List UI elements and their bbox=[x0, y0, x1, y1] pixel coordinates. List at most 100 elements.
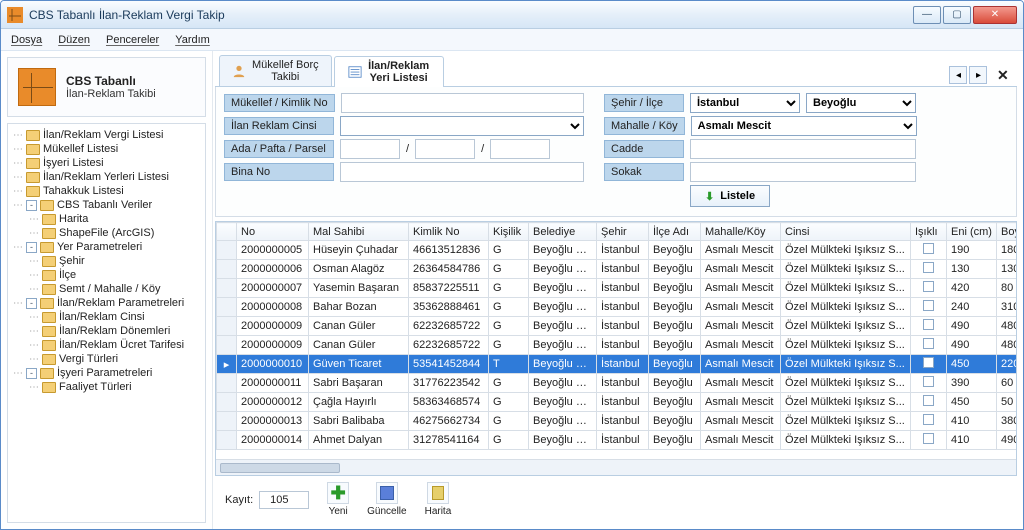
tree-item[interactable]: ⋯-Yer Parametreleri bbox=[10, 241, 203, 253]
table-row[interactable]: 2000000011Sabri Başaran31776223542GBeyoğ… bbox=[217, 374, 1017, 393]
checkbox-icon[interactable] bbox=[923, 357, 934, 368]
tree-item[interactable]: ⋯ShapeFile (ArcGIS) bbox=[10, 227, 203, 239]
update-button[interactable]: Güncelle bbox=[367, 482, 406, 517]
tree-item[interactable]: ⋯İşyeri Listesi bbox=[10, 157, 203, 169]
maximize-button[interactable]: ▢ bbox=[943, 6, 971, 24]
checkbox-icon[interactable] bbox=[923, 262, 934, 273]
menu-file[interactable]: Dosya bbox=[11, 34, 42, 46]
horizontal-scrollbar[interactable] bbox=[216, 459, 1016, 475]
table-row[interactable]: 2000000008Bahar Bozan35362888461GBeyoğlu… bbox=[217, 298, 1017, 317]
table-row[interactable]: 2000000007Yasemin Başaran85837225511GBey… bbox=[217, 279, 1017, 298]
sokak-input[interactable] bbox=[690, 162, 916, 182]
table-row[interactable]: 2000000009Canan Güler62232685722GBeyoğlu… bbox=[217, 336, 1017, 355]
tree-item[interactable]: ⋯Tahakkuk Listesi bbox=[10, 185, 203, 197]
column-header[interactable]: Kişilik bbox=[489, 223, 529, 241]
listele-button[interactable]: ⬇ Listele bbox=[690, 185, 770, 207]
save-icon bbox=[380, 486, 394, 500]
checkbox-icon[interactable] bbox=[923, 433, 934, 444]
ada-input[interactable] bbox=[340, 139, 400, 159]
mahalle-select[interactable]: Asmalı Mescit bbox=[691, 116, 917, 136]
folder-icon bbox=[42, 382, 56, 393]
tree-item[interactable]: ⋯-İlan/Reklam Parametreleri bbox=[10, 297, 203, 309]
column-header[interactable]: Şehir bbox=[597, 223, 649, 241]
cadde-input[interactable] bbox=[690, 139, 916, 159]
menu-edit[interactable]: Düzen bbox=[58, 34, 90, 46]
column-header[interactable]: Mal Sahibi bbox=[309, 223, 409, 241]
checkbox-icon[interactable] bbox=[923, 414, 934, 425]
table-row[interactable]: ▸2000000010Güven Ticaret53541452844TBeyo… bbox=[217, 355, 1017, 374]
minimize-button[interactable]: — bbox=[913, 6, 941, 24]
cell: İstanbul bbox=[597, 412, 649, 431]
tree-item-label: Şehir bbox=[59, 255, 85, 267]
cell: 85837225511 bbox=[409, 279, 489, 298]
ilce-select[interactable]: Beyoğlu bbox=[806, 93, 916, 113]
table-row[interactable]: 2000000005Hüseyin Çuhadar46613512836GBey… bbox=[217, 241, 1017, 260]
tab-mukellef-borc[interactable]: Mükellef Borç Takibi bbox=[219, 55, 332, 86]
collapse-icon[interactable]: - bbox=[26, 242, 37, 253]
column-header[interactable]: Cinsi bbox=[781, 223, 911, 241]
cell bbox=[217, 431, 237, 450]
table-row[interactable]: 2000000014Ahmet Dalyan31278541164GBeyoğl… bbox=[217, 431, 1017, 450]
table-row[interactable]: 2000000009Canan Güler62232685722GBeyoğlu… bbox=[217, 317, 1017, 336]
tab-ilan-reklam-yeri[interactable]: İlan/Reklam Yeri Listesi bbox=[334, 56, 444, 87]
nav-tree[interactable]: ⋯İlan/Reklam Vergi Listesi ⋯Mükellef List… bbox=[7, 123, 206, 523]
collapse-icon[interactable]: - bbox=[26, 200, 37, 211]
collapse-icon[interactable]: - bbox=[26, 368, 37, 379]
data-grid[interactable]: NoMal SahibiKimlik NoKişilikBelediyeŞehi… bbox=[215, 221, 1017, 476]
pafta-input[interactable] bbox=[415, 139, 475, 159]
tree-item[interactable]: ⋯İlan/Reklam Yerleri Listesi bbox=[10, 171, 203, 183]
column-header[interactable]: Mahalle/Köy bbox=[701, 223, 781, 241]
parsel-input[interactable] bbox=[490, 139, 550, 159]
column-header[interactable]: Eni (cm) bbox=[947, 223, 997, 241]
tree-item[interactable]: ⋯-İşyeri Parametreleri bbox=[10, 367, 203, 379]
checkbox-icon[interactable] bbox=[923, 376, 934, 387]
tree-item[interactable]: ⋯İlan/Reklam Dönemleri bbox=[10, 325, 203, 337]
column-header[interactable]: İlçe Adı bbox=[649, 223, 701, 241]
tree-item[interactable]: ⋯Mükellef Listesi bbox=[10, 143, 203, 155]
table-row[interactable]: 2000000006Osman Alagöz26364584786GBeyoğl… bbox=[217, 260, 1017, 279]
menu-windows[interactable]: Pencereler bbox=[106, 34, 159, 46]
column-header[interactable]: Belediye bbox=[529, 223, 597, 241]
column-header[interactable]: Kimlik No bbox=[409, 223, 489, 241]
tree-item[interactable]: ⋯Şehir bbox=[10, 255, 203, 267]
tree-item[interactable]: ⋯Harita bbox=[10, 213, 203, 225]
checkbox-icon[interactable] bbox=[923, 281, 934, 292]
checkbox-icon[interactable] bbox=[923, 319, 934, 330]
tree-item[interactable]: ⋯Faaliyet Türleri bbox=[10, 381, 203, 393]
tree-item[interactable]: ⋯İlan/Reklam Vergi Listesi bbox=[10, 129, 203, 141]
column-header[interactable]: Boyu (cm) bbox=[997, 223, 1017, 241]
new-button[interactable]: ✚ Yeni bbox=[327, 482, 349, 517]
tree-item[interactable]: ⋯Semt / Mahalle / Köy bbox=[10, 283, 203, 295]
tree-item[interactable]: ⋯İlçe bbox=[10, 269, 203, 281]
checkbox-icon[interactable] bbox=[923, 243, 934, 254]
tab-close-button[interactable]: ✕ bbox=[997, 67, 1013, 84]
column-header[interactable] bbox=[217, 223, 237, 241]
titlebar[interactable]: CBS Tabanlı İlan-Reklam Vergi Takip — ▢ … bbox=[1, 1, 1023, 29]
ilan-cinsi-select[interactable] bbox=[340, 116, 584, 136]
arrow-down-icon: ⬇ bbox=[705, 190, 714, 203]
collapse-icon[interactable]: - bbox=[26, 298, 37, 309]
menu-help[interactable]: Yardım bbox=[175, 34, 210, 46]
map-button[interactable]: Harita bbox=[425, 482, 452, 517]
folder-icon bbox=[40, 200, 54, 211]
cell: G bbox=[489, 260, 529, 279]
mukellef-input[interactable] bbox=[341, 93, 584, 113]
close-button[interactable]: ✕ bbox=[973, 6, 1017, 24]
sehir-select[interactable]: İstanbul bbox=[690, 93, 800, 113]
tree-item[interactable]: ⋯Vergi Türleri bbox=[10, 353, 203, 365]
table-row[interactable]: 2000000013Sabri Balibaba46275662734GBeyo… bbox=[217, 412, 1017, 431]
record-count-value: 105 bbox=[259, 491, 309, 509]
tab-next-button[interactable]: ▸ bbox=[969, 66, 987, 84]
tree-item[interactable]: ⋯İlan/Reklam Cinsi bbox=[10, 311, 203, 323]
table-row[interactable]: 2000000012Çağla Hayırlı58363468574GBeyoğ… bbox=[217, 393, 1017, 412]
column-header[interactable]: No bbox=[237, 223, 309, 241]
checkbox-icon[interactable] bbox=[923, 338, 934, 349]
tree-item[interactable]: ⋯-CBS Tabanlı Veriler bbox=[10, 199, 203, 211]
bina-input[interactable] bbox=[340, 162, 584, 182]
tree-item[interactable]: ⋯İlan/Reklam Ücret Tarifesi bbox=[10, 339, 203, 351]
checkbox-icon[interactable] bbox=[923, 395, 934, 406]
checkbox-icon[interactable] bbox=[923, 300, 934, 311]
tab-prev-button[interactable]: ◂ bbox=[949, 66, 967, 84]
cell: Beyoğlu B... bbox=[529, 241, 597, 260]
column-header[interactable]: Işıklı bbox=[911, 223, 947, 241]
